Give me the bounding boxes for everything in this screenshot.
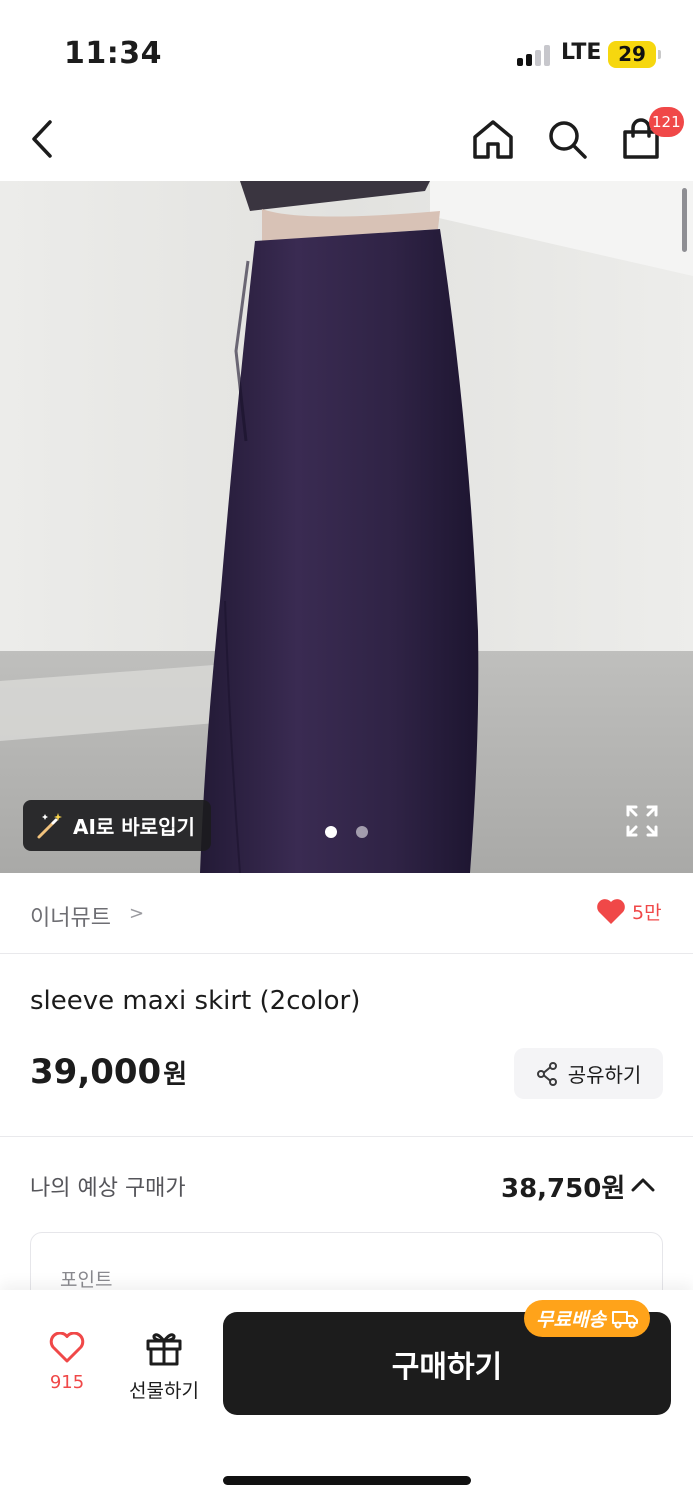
scroll-indicator [682,188,687,252]
share-button[interactable]: 공유하기 [514,1048,663,1099]
share-icon [536,1061,557,1086]
home-icon[interactable] [468,114,518,164]
price-amount: 39,000 [30,1052,162,1092]
gift-button[interactable]: 선물하기 [120,1330,208,1403]
network-type: LTE [561,40,602,65]
wishlist-count: 915 [49,1372,85,1393]
product-title: sleeve maxi skirt (2color) [30,986,361,1016]
signal-icon [517,44,553,66]
ai-try-on-button[interactable]: AI로 바로입기 [23,800,211,851]
truck-icon [611,1310,638,1328]
brand-like-count: 5만 [632,902,662,924]
gift-label: 선물하기 [129,1380,199,1402]
gift-icon [146,1333,182,1366]
search-icon[interactable] [542,114,592,164]
status-time: 11:34 [64,36,162,71]
product-image[interactable] [0,181,693,873]
expected-price-label: 나의 예상 구매가 [30,1176,186,1201]
heart-filled-icon [597,899,625,924]
chevron-up-icon[interactable] [630,1174,656,1196]
brand-row[interactable]: 이너뮤트 > 5만 [0,874,693,954]
magic-wand-icon [37,812,62,838]
price-currency: 원 [163,1060,188,1090]
battery-icon: 29 [608,41,661,68]
ai-try-on-label: AI로 바로입기 [73,815,195,839]
product-price: 39,000원 [30,1052,187,1092]
chevron-right-icon: > [129,903,145,924]
pagination-dot-active[interactable] [325,826,337,838]
free-shipping-badge: 무료배송 [524,1300,650,1337]
section-divider [0,1136,693,1137]
expected-price-value[interactable]: 38,750원 [501,1168,625,1205]
heart-outline-icon [49,1331,85,1363]
status-bar: 11:34 LTE 29 [0,0,693,100]
pagination-dot[interactable] [356,826,368,838]
cart-count-badge: 121 [649,107,684,137]
image-pagination [325,826,368,838]
wishlist-button[interactable]: 915 [40,1331,94,1393]
expand-icon[interactable] [625,804,659,838]
brand-name[interactable]: 이너뮤트 [30,900,111,932]
nav-bar [0,100,693,180]
back-icon[interactable] [18,114,68,164]
points-label: 포인트 [60,1269,113,1291]
free-shipping-label: 무료배송 [536,1309,606,1331]
share-label: 공유하기 [567,1063,642,1087]
brand-like[interactable]: 5만 [596,898,662,925]
home-indicator[interactable] [223,1476,471,1485]
product-photo [0,181,693,873]
